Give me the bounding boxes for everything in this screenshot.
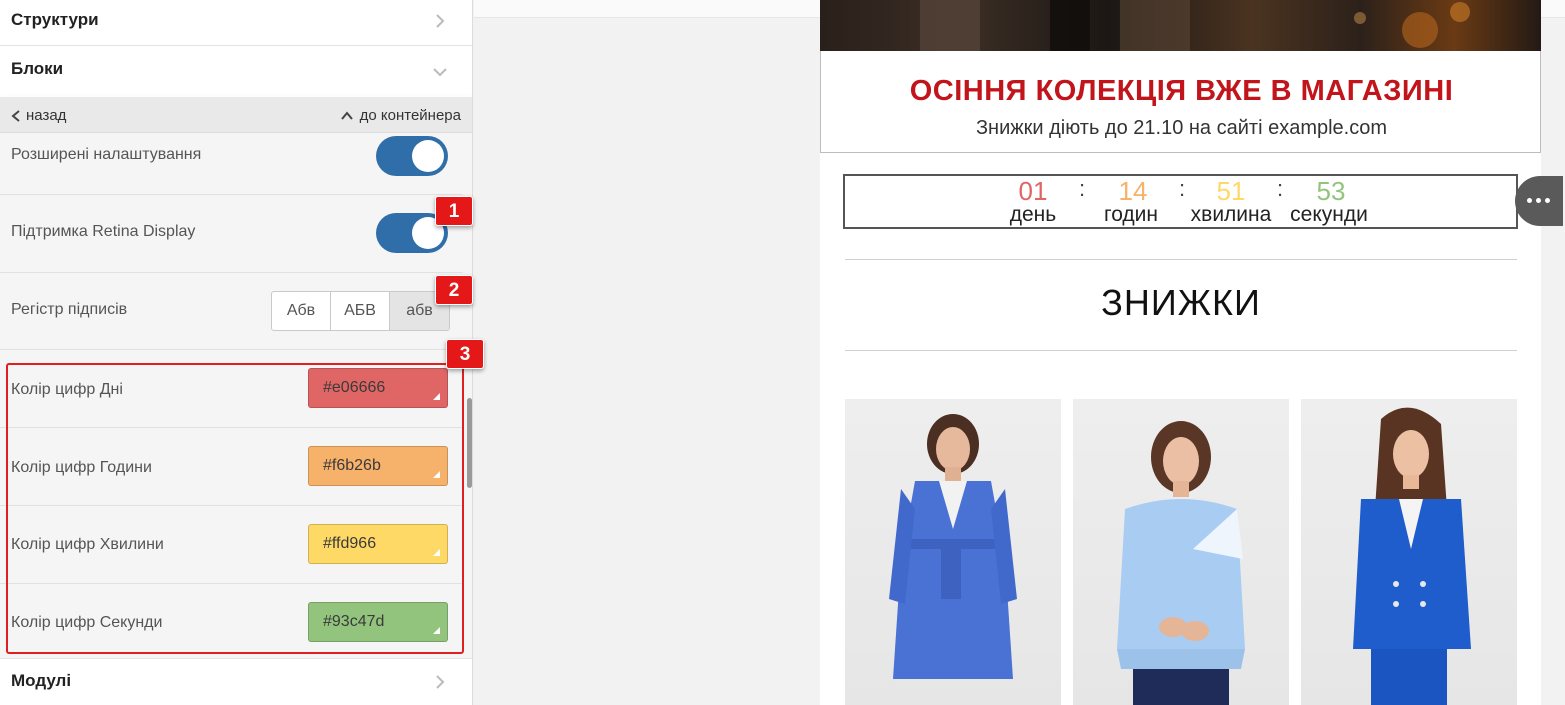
color-minutes-picker[interactable]: #ffd966 bbox=[308, 524, 448, 564]
timer-seconds-label: секунди bbox=[1290, 203, 1368, 226]
section-blocks[interactable]: Блоки bbox=[0, 47, 472, 98]
label-case-row: Регістр підписів Абв АБВ абв bbox=[0, 273, 463, 350]
to-container-button[interactable]: до контейнера bbox=[340, 107, 461, 124]
timer-hours-label: годин bbox=[1104, 203, 1158, 226]
product-1-photo bbox=[889, 414, 1017, 679]
hero-image-graphic bbox=[920, 0, 1470, 51]
color-minutes-row: Колір цифр Хвилини #ffd966 bbox=[0, 506, 463, 584]
hero-image bbox=[820, 0, 1541, 51]
more-dots-icon bbox=[1527, 198, 1550, 203]
sale-title: ЗНИЖКИ bbox=[1101, 282, 1261, 323]
timer-minutes-label: хвилина bbox=[1190, 203, 1272, 226]
color-hours-value: #f6b26b bbox=[323, 457, 381, 474]
picker-corner-icon bbox=[433, 393, 440, 400]
label-case-label: Регістр підписів bbox=[11, 301, 128, 318]
case-option-title[interactable]: Абв bbox=[272, 292, 331, 330]
annotation-badge-2: 2 bbox=[435, 275, 473, 305]
picker-corner-icon bbox=[433, 549, 440, 556]
back-button[interactable]: назад bbox=[10, 107, 66, 124]
promo-subtitle: Знижки діють до 21.10 на сайті example.c… bbox=[975, 117, 1388, 139]
toggle-knob bbox=[412, 140, 444, 172]
color-hours-row: Колір цифр Години #f6b26b bbox=[0, 428, 463, 506]
color-seconds-picker[interactable]: #93c47d bbox=[308, 602, 448, 642]
promo-banner: ОСІННЯ КОЛЕКЦІЯ ВЖЕ В МАГАЗИНІ Знижки ді… bbox=[820, 51, 1541, 153]
retina-label: Підтримка Retina Display bbox=[11, 223, 196, 240]
chevron-right-icon bbox=[431, 12, 449, 30]
color-seconds-value: #93c47d bbox=[323, 613, 385, 630]
block-subnav: назад до контейнера bbox=[0, 97, 472, 133]
screen: { "sidebar": { "structures_label": "Стру… bbox=[0, 0, 1565, 705]
settings-scrollbar[interactable] bbox=[467, 398, 472, 488]
color-days-row: Колір цифр Дні #e06666 bbox=[0, 350, 463, 428]
color-days-picker[interactable]: #e06666 bbox=[308, 368, 448, 408]
advanced-settings-toggle[interactable] bbox=[376, 136, 448, 176]
product-image-3[interactable] bbox=[1301, 399, 1517, 705]
annotation-badge-3: 3 bbox=[446, 339, 484, 369]
section-modules[interactable]: Модулі bbox=[0, 658, 472, 705]
divider-top bbox=[845, 259, 1517, 260]
color-hours-label: Колір цифр Години bbox=[11, 459, 152, 476]
section-blocks-label: Блоки bbox=[11, 59, 64, 78]
timer-separator: : bbox=[1277, 176, 1284, 201]
product-3-photo bbox=[1353, 407, 1471, 705]
color-minutes-value: #ffd966 bbox=[323, 535, 377, 552]
annotation-badge-1: 1 bbox=[435, 196, 473, 226]
section-modules-label: Модулі bbox=[11, 671, 72, 690]
product-image-2[interactable] bbox=[1073, 399, 1289, 705]
color-minutes-label: Колір цифр Хвилини bbox=[11, 536, 164, 553]
to-container-label: до контейнера bbox=[359, 107, 461, 124]
picker-corner-icon bbox=[433, 627, 440, 634]
chevron-up-icon bbox=[340, 110, 353, 120]
promo-title: ОСІННЯ КОЛЕКЦІЯ ВЖЕ В МАГАЗИНІ bbox=[909, 75, 1454, 107]
case-option-upper[interactable]: АБВ bbox=[331, 292, 390, 330]
color-hours-picker[interactable]: #f6b26b bbox=[308, 446, 448, 486]
color-days-value: #e06666 bbox=[323, 379, 386, 396]
section-structures-label: Структури bbox=[11, 10, 99, 29]
timer-days-label: день bbox=[1009, 203, 1057, 226]
retina-row: Підтримка Retina Display bbox=[0, 195, 463, 273]
chevron-down-icon bbox=[431, 63, 449, 81]
settings-panel: Структури Блоки назад до контейнера Розш… bbox=[0, 0, 473, 705]
advanced-settings-row: Розширені налаштування bbox=[0, 133, 463, 195]
color-days-label: Колір цифр Дні bbox=[11, 381, 123, 398]
back-label: назад bbox=[26, 107, 67, 124]
product-2-photo bbox=[1117, 421, 1245, 705]
product-image-1[interactable] bbox=[845, 399, 1061, 705]
countdown-timer[interactable]: 01 : 14 : 51 : 53 день годин хвилина сек… bbox=[843, 174, 1518, 229]
timer-separator: : bbox=[1179, 176, 1186, 201]
block-settings-list: Розширені налаштування Підтримка Retina … bbox=[0, 133, 472, 658]
picker-corner-icon bbox=[433, 471, 440, 478]
section-structures[interactable]: Структури bbox=[0, 0, 472, 46]
timer-separator: : bbox=[1079, 176, 1086, 201]
chevron-left-icon bbox=[11, 109, 20, 122]
advanced-settings-label: Розширені налаштування bbox=[11, 146, 202, 163]
color-seconds-row: Колір цифр Секунди #93c47d bbox=[0, 584, 463, 658]
label-case-segmented: Абв АБВ абв bbox=[271, 291, 450, 331]
more-options-button[interactable] bbox=[1515, 176, 1563, 226]
chevron-right-icon bbox=[431, 673, 449, 691]
color-seconds-label: Колір цифр Секунди bbox=[11, 614, 163, 631]
divider-bottom bbox=[845, 350, 1517, 351]
